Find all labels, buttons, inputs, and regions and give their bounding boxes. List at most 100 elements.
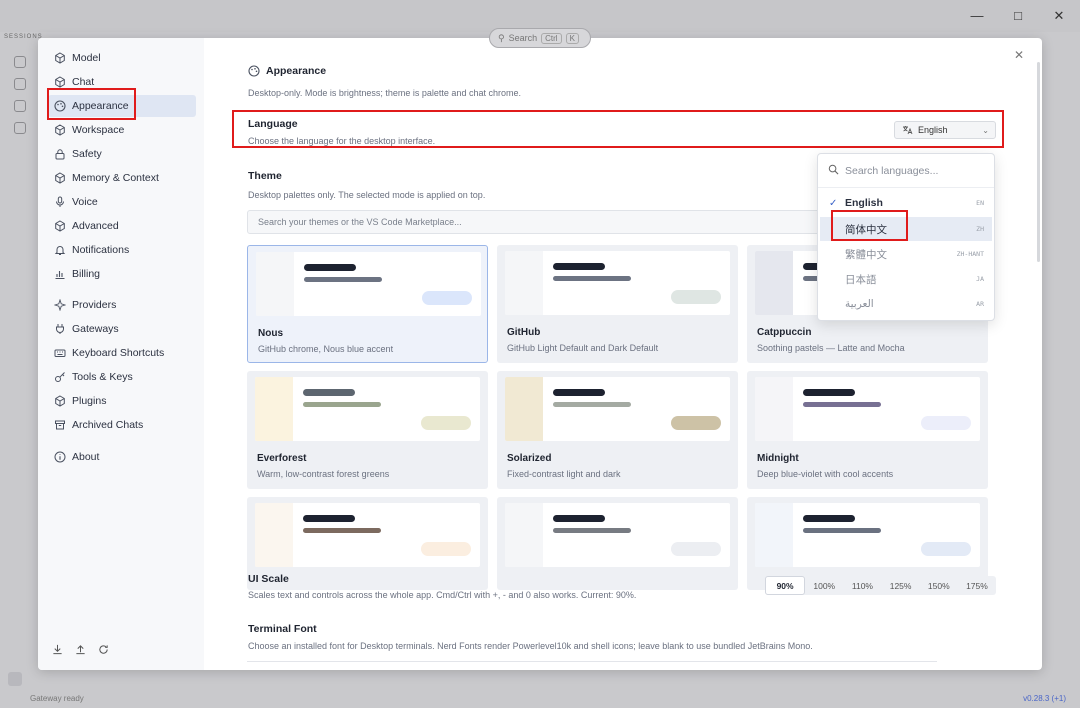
theme-card[interactable]: Solarized Fixed-contrast light and dark [497, 371, 738, 489]
appearance-heading: Appearance [248, 65, 326, 77]
home-icon[interactable] [8, 672, 22, 686]
ui-scale-option[interactable]: 150% [920, 576, 958, 595]
sidebar-item-label: Safety [72, 148, 102, 160]
chart-icon [54, 268, 66, 280]
theme-preview [256, 252, 481, 316]
sidebar-item-archived-chats[interactable]: Archived Chats [48, 414, 196, 436]
theme-name: Everforest [257, 453, 307, 464]
theme-card[interactable]: Midnight Deep blue-violet with cool accen… [747, 371, 988, 489]
sidebar-item-keyboard-shortcuts[interactable]: Keyboard Shortcuts [48, 342, 196, 364]
theme-preview-text [304, 277, 382, 282]
language-option-label: العربية [845, 298, 874, 310]
ui-scale-option[interactable]: 100% [805, 576, 843, 595]
settings-modal: Model Chat Appearance Workspace Safety Memory… [38, 38, 1042, 670]
ui-scale-option[interactable]: 110% [843, 576, 881, 595]
theme-preview-sidebar [755, 503, 793, 567]
theme-preview-heading [803, 515, 855, 522]
language-option-ja[interactable]: 日本語 JA [820, 267, 992, 291]
sidebar-item-voice[interactable]: Voice [48, 191, 196, 213]
sidebar-item-label: Keyboard Shortcuts [72, 347, 165, 359]
ui-scale-option[interactable]: 175% [958, 576, 996, 595]
theme-preview-sidebar [755, 251, 793, 315]
session-icon[interactable] [14, 56, 26, 68]
sidebar-item-label: Archived Chats [72, 419, 144, 431]
theme-subtitle: GitHub Light Default and Dark Default [507, 343, 659, 353]
sidebar-item-safety[interactable]: Safety [48, 143, 196, 165]
minimize-button[interactable]: — [966, 6, 988, 26]
theme-name: Catppuccin [757, 327, 812, 338]
cube-icon [54, 395, 66, 407]
sidebar-item-about[interactable]: About [48, 446, 196, 468]
sidebar-item-label: Tools & Keys [72, 371, 133, 383]
global-search[interactable]: ⚲ Search Ctrl K [489, 28, 591, 48]
theme-preview-heading [303, 389, 355, 396]
theme-preview-sidebar [256, 252, 294, 316]
ui-scale-option[interactable]: 125% [882, 576, 920, 595]
sidebar-item-label: Providers [72, 299, 117, 311]
sidebar-item-tools-keys[interactable]: Tools & Keys [48, 366, 196, 388]
terminal-font-input[interactable] [247, 661, 937, 670]
theme-preview-heading [303, 515, 355, 522]
search-shortcut-k: K [565, 32, 579, 44]
sessions-tab[interactable]: SESSIONS [4, 34, 43, 40]
theme-card[interactable] [497, 497, 738, 590]
sidebar-item-model[interactable]: Model [48, 47, 196, 69]
theme-description: Desktop palettes only. The selected mode… [248, 190, 486, 200]
version-badge: v0.28.3 (+1) [1023, 694, 1066, 703]
sidebar-item-label: Billing [72, 268, 101, 280]
session-icon[interactable] [14, 100, 26, 112]
theme-preview [505, 503, 730, 567]
sidebar-item-workspace[interactable]: Workspace [48, 119, 196, 141]
sidebar-item-gateways[interactable]: Gateways [48, 318, 196, 340]
theme-preview-sidebar [505, 503, 543, 567]
theme-card[interactable]: GitHub GitHub Light Default and Dark Defa… [497, 245, 738, 363]
sidebar-item-label: Workspace [72, 124, 125, 136]
search-shortcut-ctrl: Ctrl [541, 32, 562, 44]
bell-icon [54, 244, 66, 256]
theme-preview-accent [921, 416, 971, 430]
language-option-code: AR [976, 300, 984, 308]
ui-scale-description: Scales text and controls across the whol… [248, 590, 637, 600]
language-option-zh-hant[interactable]: 繁體中文 ZH-HANT [820, 242, 992, 266]
maximize-button[interactable]: □ [1007, 6, 1029, 26]
theme-preview-accent [422, 291, 472, 305]
ui-scale-option[interactable]: 90% [765, 576, 806, 595]
appearance-nav-highlight [47, 88, 136, 120]
theme-preview-text [803, 402, 881, 407]
sidebar-item-advanced[interactable]: Advanced [48, 215, 196, 237]
close-window-button[interactable]: ✕ [1048, 6, 1070, 26]
theme-name: GitHub [507, 327, 541, 338]
theme-name: Midnight [757, 453, 799, 464]
ui-scale-segmented: 90% 100% 110% 125% 150% 175% [765, 576, 996, 595]
theme-card[interactable]: Everforest Warm, low-contrast forest gree… [247, 371, 488, 489]
language-option-code: ZH [976, 225, 984, 233]
session-icon[interactable] [14, 122, 26, 134]
sidebar-item-plugins[interactable]: Plugins [48, 390, 196, 412]
theme-card[interactable]: Nous GitHub chrome, Nous blue accent [247, 245, 488, 363]
theme-search-input[interactable]: Search your themes or the VS Code Market… [247, 210, 822, 234]
language-option-ar[interactable]: العربية AR [820, 292, 992, 316]
refresh-icon[interactable] [98, 644, 109, 655]
sidebar-item-providers[interactable]: Providers [48, 294, 196, 316]
theme-preview-accent [421, 542, 471, 556]
theme-preview-accent [921, 542, 971, 556]
check-icon: ✓ [829, 197, 838, 209]
language-option-label: 繁體中文 [845, 248, 887, 261]
info-icon [54, 451, 66, 463]
theme-preview [755, 503, 980, 567]
sidebar-item-label: Notifications [72, 244, 130, 256]
upload-icon[interactable] [75, 644, 86, 655]
sidebar-item-memory-context[interactable]: Memory & Context [48, 167, 196, 189]
theme-name: Solarized [507, 453, 552, 464]
sidebar-item-label: Voice [72, 196, 98, 208]
session-icon[interactable] [14, 78, 26, 90]
language-search-input[interactable]: Search languages... [818, 154, 994, 188]
sidebar-item-notifications[interactable]: Notifications [48, 239, 196, 261]
theme-subtitle: Fixed-contrast light and dark [507, 469, 621, 479]
theme-preview-text [553, 276, 631, 281]
sidebar-item-billing[interactable]: Billing [48, 263, 196, 285]
theme-preview-heading [553, 263, 605, 270]
sidebar-item-label: Advanced [72, 220, 119, 232]
download-icon[interactable] [52, 644, 63, 655]
sparkle-icon [54, 299, 66, 311]
